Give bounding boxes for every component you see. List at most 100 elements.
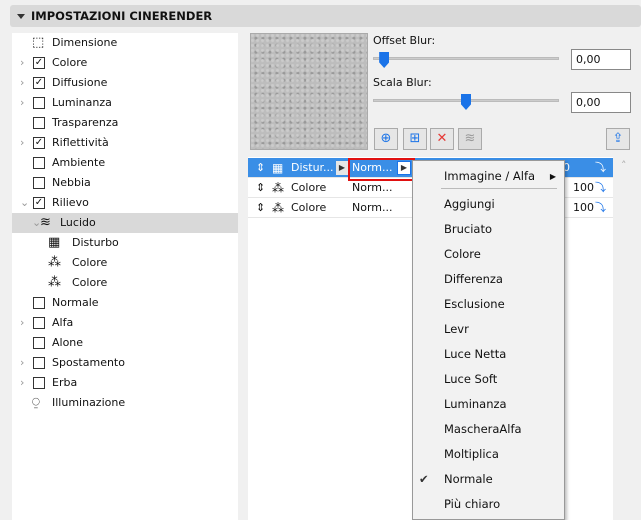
scroll-up-icon[interactable]: ˄	[621, 159, 627, 172]
checkbox[interactable]	[33, 337, 45, 349]
tree-item[interactable]: ⬚ Dimensione	[12, 33, 238, 53]
menu-item[interactable]: Bruciato	[413, 217, 564, 242]
chevron-right-icon[interactable]: ›	[20, 53, 24, 73]
tree-item[interactable]: ⍜ Illuminazione	[12, 393, 238, 413]
tree-item-label: Rilievo	[52, 196, 89, 209]
offset-blur-slider[interactable]	[373, 57, 559, 60]
layer-options-icon[interactable]: ⤵	[595, 178, 606, 198]
tree-item[interactable]: ⁂ Colore	[12, 273, 238, 293]
tree-item[interactable]: › Alfa	[12, 313, 238, 333]
layer-name: Colore	[291, 181, 327, 194]
scrollbar[interactable]: ˄	[615, 157, 641, 520]
checkbox[interactable]: ✓	[33, 137, 45, 149]
tree-item[interactable]: › Erba	[12, 373, 238, 393]
chevron-right-icon[interactable]: ›	[20, 313, 24, 333]
checkbox[interactable]: ✓	[33, 197, 45, 209]
tree-item-label: Nebbia	[52, 176, 91, 189]
merge-layers-button[interactable]: ≋	[458, 128, 482, 150]
menu-item-label: Moltiplica	[444, 447, 499, 461]
checkbox[interactable]: ✓	[33, 77, 45, 89]
color-icon: ⁂	[48, 275, 61, 290]
menu-item-label: Più chiaro	[444, 497, 501, 511]
reorder-handle-icon[interactable]: ⇕	[256, 158, 265, 178]
tree-item-label: Spostamento	[52, 356, 125, 369]
scale-blur-thumb[interactable]	[461, 94, 471, 110]
checkbox[interactable]	[33, 97, 45, 109]
menu-item[interactable]: ✔ Normale	[413, 467, 564, 492]
tree-item[interactable]: ⌄ ≋ Lucido	[12, 213, 238, 233]
tree-item[interactable]: › ✓ Riflettività	[12, 133, 238, 153]
menu-item-label: MascheraAlfa	[444, 422, 522, 436]
tree-item[interactable]: Nebbia	[12, 173, 238, 193]
menu-item[interactable]: MascheraAlfa	[413, 417, 564, 442]
layer-value[interactable]: 100	[573, 178, 594, 198]
layer-options-icon[interactable]: ⤵	[595, 158, 606, 178]
chevron-down-icon[interactable]: ⌄	[20, 193, 29, 213]
light-icon: ⍜	[32, 395, 40, 410]
reorder-handle-icon[interactable]: ⇕	[256, 178, 265, 198]
menu-item[interactable]: Luce Netta	[413, 342, 564, 367]
blend-mode[interactable]: Norm...	[352, 178, 393, 198]
layer-options-icon[interactable]: ⤵	[595, 198, 606, 218]
menu-item[interactable]: Aggiungi	[413, 192, 564, 217]
chevron-right-icon[interactable]: ›	[20, 133, 24, 153]
tree-item-label: Illuminazione	[52, 396, 126, 409]
menu-item-label: Luminanza	[444, 397, 507, 411]
color-icon: ⁂	[272, 181, 284, 195]
reorder-handle-icon[interactable]: ⇕	[256, 198, 265, 218]
menu-item[interactable]: Colore	[413, 242, 564, 267]
scale-blur-input[interactable]: 0,00	[571, 92, 631, 113]
add-layer-button[interactable]: ⊞	[403, 128, 427, 150]
checkbox[interactable]	[33, 357, 45, 369]
checkbox[interactable]	[33, 317, 45, 329]
menu-item[interactable]: Esclusione	[413, 292, 564, 317]
chevron-right-icon[interactable]: ›	[20, 73, 24, 93]
tree-item-label: Trasparenza	[52, 116, 119, 129]
section-title: IMPOSTAZIONI CINERENDER	[31, 9, 213, 23]
chevron-right-icon[interactable]: ›	[20, 93, 24, 113]
tree-item[interactable]: Alone	[12, 333, 238, 353]
tree-item[interactable]: Normale	[12, 293, 238, 313]
menu-item[interactable]: Levr	[413, 317, 564, 342]
chevron-right-icon[interactable]: ›	[20, 373, 24, 393]
checkbox[interactable]	[33, 157, 45, 169]
checkbox[interactable]	[33, 377, 45, 389]
offset-blur-input[interactable]: 0,00	[571, 49, 631, 70]
tree-item[interactable]: Ambiente	[12, 153, 238, 173]
tree-item-label: Ambiente	[52, 156, 106, 169]
menu-item[interactable]: Moltiplica	[413, 442, 564, 467]
checkbox[interactable]	[33, 177, 45, 189]
checkbox[interactable]: ✓	[33, 57, 45, 69]
tree-item[interactable]: ⁂ Colore	[12, 253, 238, 273]
tree-item[interactable]: › ✓ Diffusione	[12, 73, 238, 93]
tree-item[interactable]: › ✓ Colore	[12, 53, 238, 73]
layer-name: Colore	[291, 201, 327, 214]
checkbox[interactable]	[33, 117, 45, 129]
menu-item[interactable]: Luce Soft	[413, 367, 564, 392]
tree-item[interactable]: ⌄ ✓ Rilievo	[12, 193, 238, 213]
menu-item[interactable]: Luminanza	[413, 392, 564, 417]
menu-item-submenu[interactable]: Immagine / Alfa ▶	[413, 164, 564, 189]
layer-value[interactable]: 100	[573, 198, 594, 218]
add-shader-button[interactable]: ⊕	[374, 128, 398, 150]
menu-item[interactable]: Più chiaro	[413, 492, 564, 517]
export-button[interactable]: ⇪	[606, 128, 630, 150]
blend-mode[interactable]: Norm...	[352, 198, 393, 218]
chevron-right-icon[interactable]: ›	[20, 353, 24, 373]
checkbox[interactable]	[33, 297, 45, 309]
section-header[interactable]: IMPOSTAZIONI CINERENDER	[10, 5, 641, 27]
checkmark-icon: ✔	[419, 472, 429, 486]
menu-item-label: Colore	[444, 247, 481, 261]
tree-item[interactable]: › Spostamento	[12, 353, 238, 373]
shader-menu-button[interactable]: ▶	[336, 161, 348, 175]
tree-item[interactable]: ▦ Disturbo	[12, 233, 238, 253]
blend-mode-menu: Immagine / Alfa ▶ Aggiungi Bruciato Colore D…	[412, 160, 565, 520]
menu-item-label: Bruciato	[444, 222, 493, 236]
tree-item[interactable]: Trasparenza	[12, 113, 238, 133]
offset-blur-thumb[interactable]	[379, 52, 390, 68]
menu-item[interactable]: Differenza	[413, 267, 564, 292]
color-icon: ⁂	[272, 201, 284, 215]
delete-button[interactable]: ✕	[430, 128, 454, 150]
offset-blur-label: Offset Blur:	[373, 34, 436, 47]
tree-item[interactable]: › Luminanza	[12, 93, 238, 113]
